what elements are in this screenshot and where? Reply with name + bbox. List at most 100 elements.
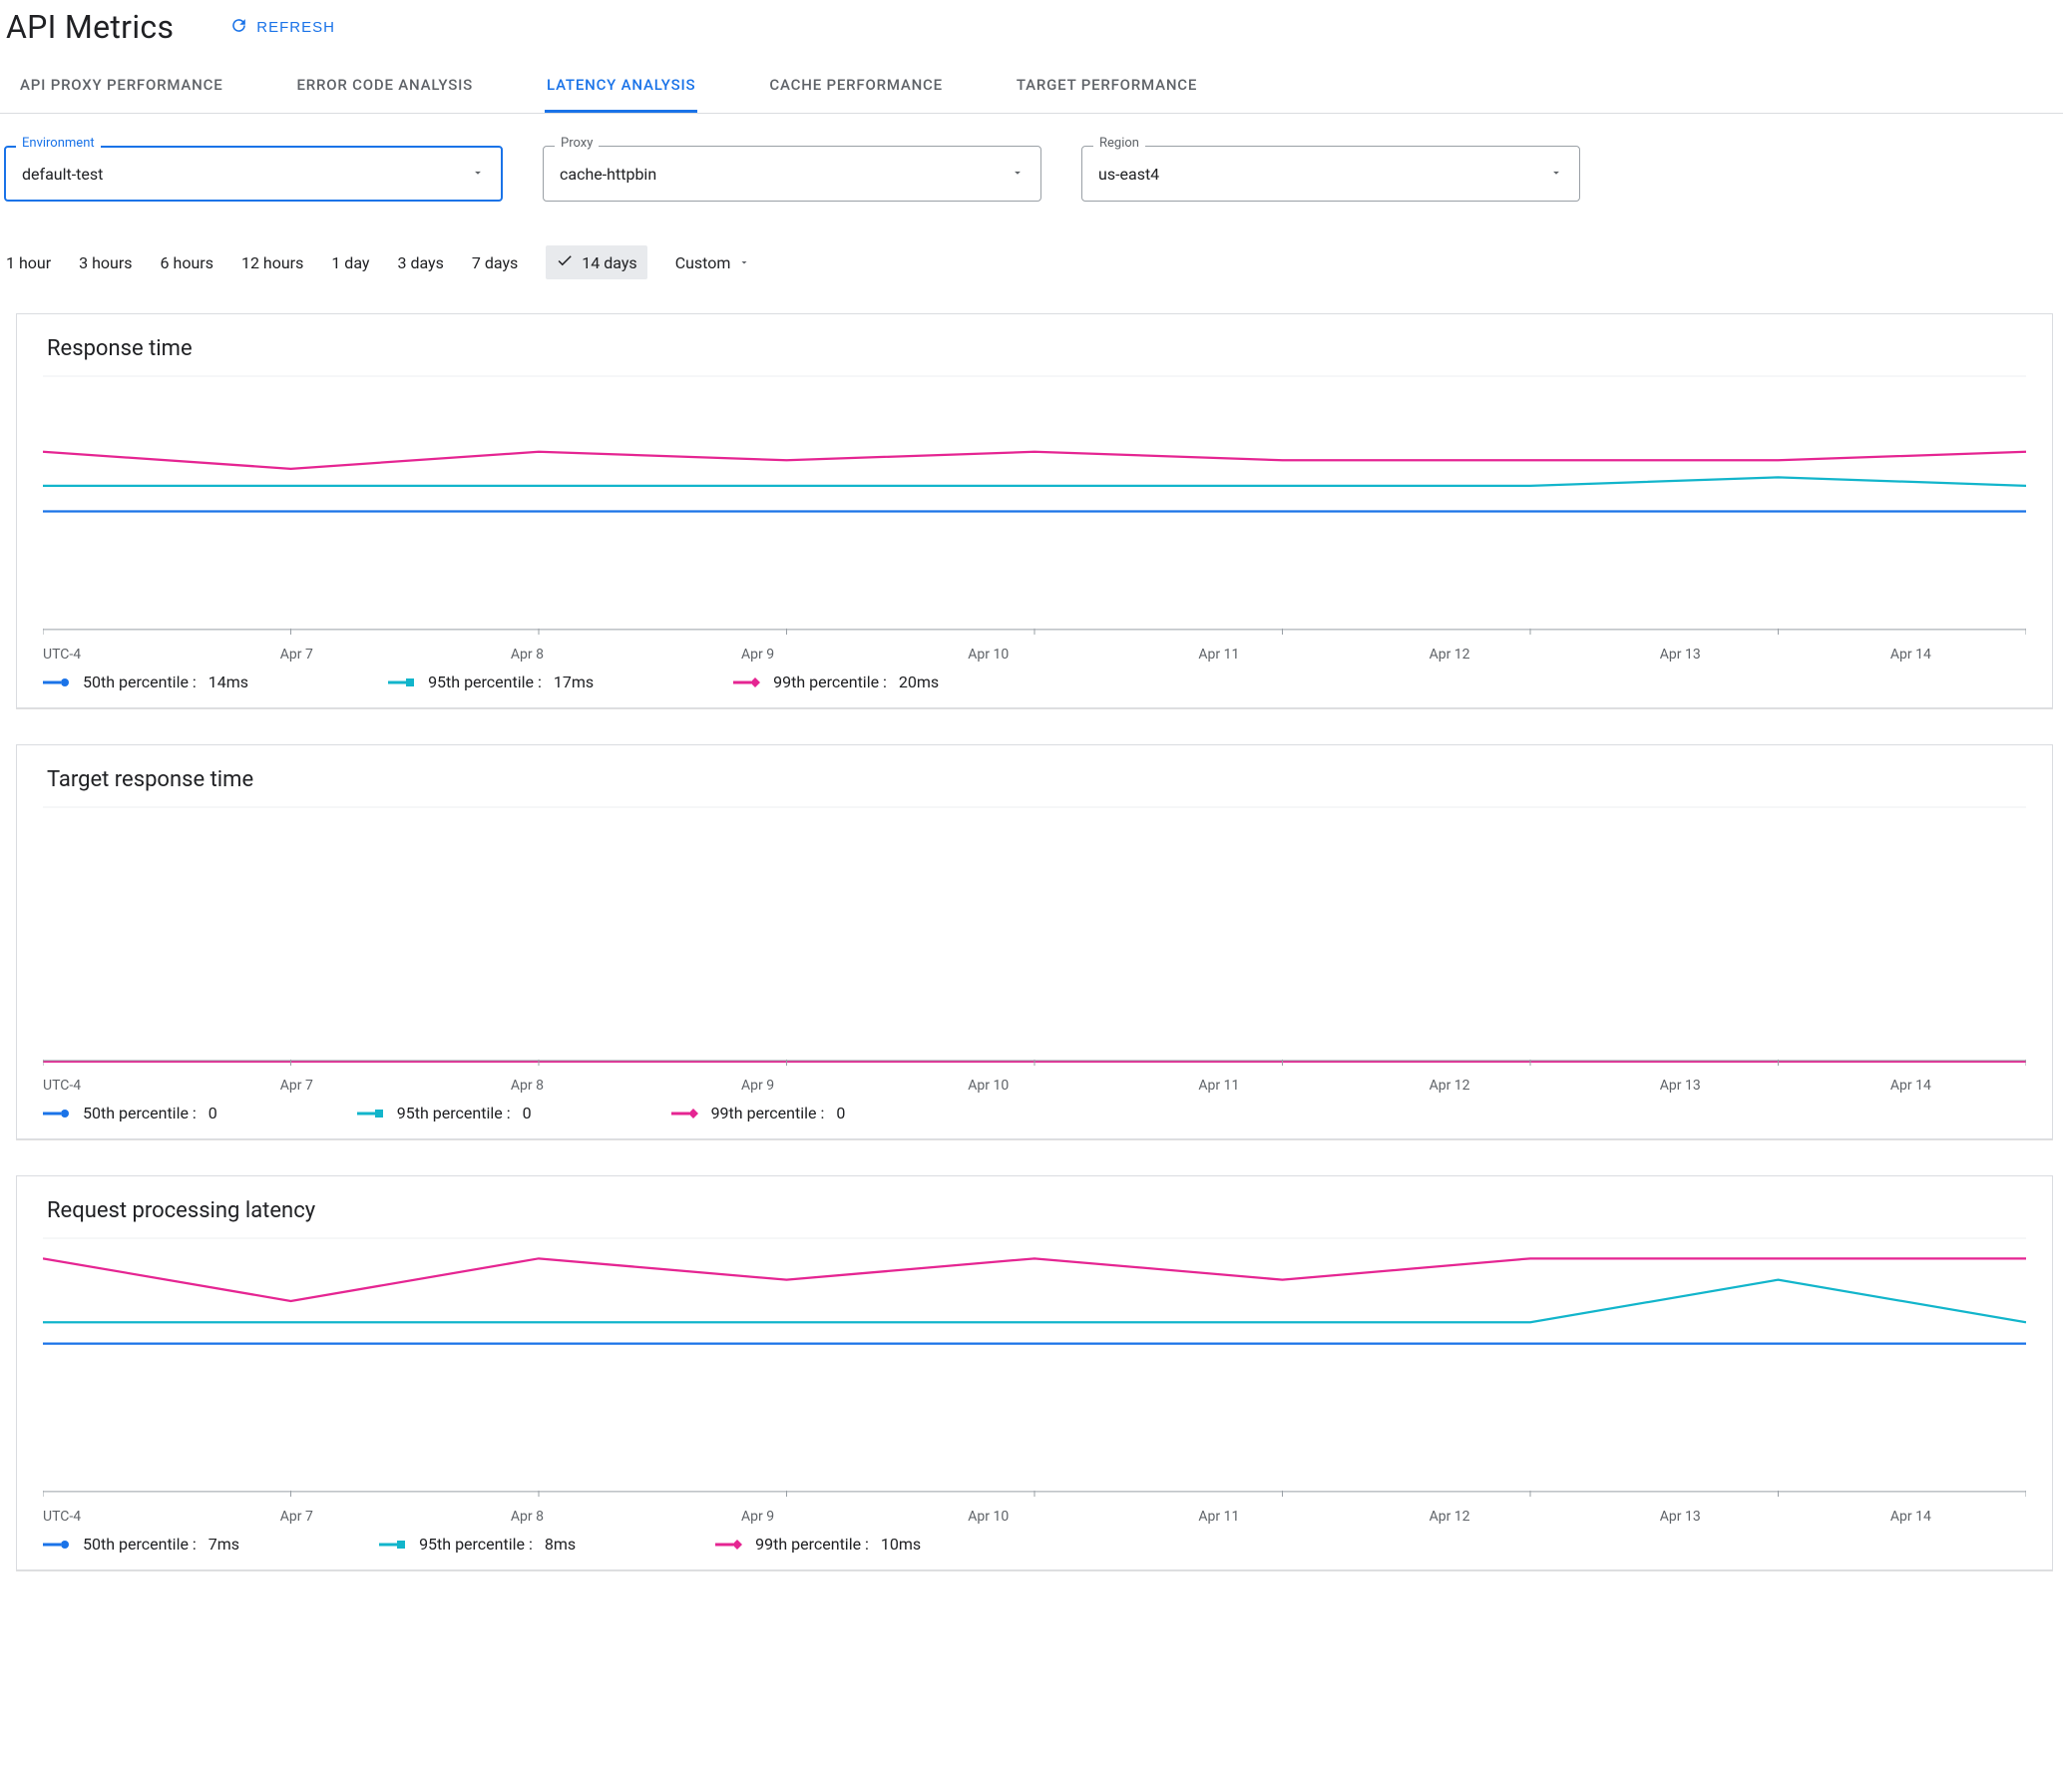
chart-plot <box>43 1237 2026 1499</box>
tab-cache-performance[interactable]: CACHE PERFORMANCE <box>767 60 945 113</box>
timerange-3-hours[interactable]: 3 hours <box>79 253 132 272</box>
xtick: Apr 14 <box>1796 1078 2026 1094</box>
timerange-1-hour[interactable]: 1 hour <box>6 253 51 272</box>
xtick: Apr 12 <box>1334 1509 1564 1525</box>
xtick: Apr 8 <box>412 647 642 663</box>
timerange-label: 12 hours <box>241 253 303 272</box>
legend-item-99th-percentile[interactable]: 99th percentile : 0 <box>671 1104 846 1122</box>
page-title: API Metrics <box>6 8 174 46</box>
timerange-label: 7 days <box>472 253 518 272</box>
xtick: Apr 13 <box>1565 647 1796 663</box>
legend-item-50th-percentile[interactable]: 50th percentile : 14ms <box>43 672 248 691</box>
legend-item-99th-percentile[interactable]: 99th percentile : 20ms <box>733 672 939 691</box>
proxy-select-box[interactable]: cache-httpbin <box>543 146 1041 202</box>
refresh-label: REFRESH <box>256 19 335 36</box>
legend-value: 10ms <box>881 1535 921 1554</box>
chart-plot <box>43 375 2026 637</box>
xtick: Apr 11 <box>1103 1509 1334 1525</box>
timerange-6-hours[interactable]: 6 hours <box>161 253 213 272</box>
legend-value: 20ms <box>899 672 939 691</box>
timerange-label: 6 hours <box>161 253 213 272</box>
timerange-12-hours[interactable]: 12 hours <box>241 253 303 272</box>
legend-swatch-icon <box>357 1107 385 1120</box>
chart-plot <box>43 806 2026 1068</box>
filters-row: Environmentdefault-test Proxycache-httpbi… <box>0 114 2063 210</box>
timerange-label: 1 hour <box>6 253 51 272</box>
environment-select-box[interactable]: default-test <box>4 146 503 202</box>
proxy-select-value: cache-httpbin <box>560 165 656 184</box>
caret-down-icon <box>1011 165 1025 184</box>
legend-label: 99th percentile : <box>773 672 887 691</box>
legend-value: 8ms <box>545 1535 576 1554</box>
legend-swatch-icon <box>671 1107 699 1120</box>
chart-legend: 50th percentile : 7ms 95th percentile : 8… <box>17 1525 2052 1564</box>
xtick: Apr 9 <box>642 647 873 663</box>
xtick: Apr 11 <box>1103 647 1334 663</box>
chart-title: Response time <box>17 336 2052 375</box>
legend-item-99th-percentile[interactable]: 99th percentile : 10ms <box>715 1535 921 1554</box>
legend-value: 0 <box>208 1104 217 1122</box>
refresh-icon <box>229 16 248 39</box>
xtick: Apr 8 <box>412 1078 642 1094</box>
legend-label: 50th percentile : <box>83 672 197 691</box>
environment-select[interactable]: Environmentdefault-test <box>4 146 503 202</box>
timerange-custom-label: Custom <box>675 253 731 272</box>
legend-label: 99th percentile : <box>755 1535 869 1554</box>
xtick: Apr 12 <box>1334 647 1564 663</box>
timerange-label: 3 days <box>397 253 443 272</box>
legend-value: 17ms <box>554 672 594 691</box>
legend-label: 95th percentile : <box>428 672 542 691</box>
legend-item-50th-percentile[interactable]: 50th percentile : 0 <box>43 1104 217 1122</box>
tab-error-code-analysis[interactable]: ERROR CODE ANALYSIS <box>294 60 475 113</box>
timerange-7-days[interactable]: 7 days <box>472 253 518 272</box>
xtick: Apr 10 <box>873 647 1103 663</box>
xtick: Apr 14 <box>1796 1509 2026 1525</box>
legend-value: 7ms <box>208 1535 239 1554</box>
caret-down-icon <box>471 165 485 184</box>
xtick: Apr 7 <box>182 1078 412 1094</box>
xtick: Apr 7 <box>182 1509 412 1525</box>
legend-item-50th-percentile[interactable]: 50th percentile : 7ms <box>43 1535 239 1554</box>
chart-title: Target response time <box>17 767 2052 806</box>
legend-value: 14ms <box>208 672 248 691</box>
check-icon <box>556 251 574 273</box>
timerange-3-days[interactable]: 3 days <box>397 253 443 272</box>
dropdown-icon <box>738 253 750 272</box>
chart-xaxis: UTC-4Apr 7Apr 8Apr 9Apr 10Apr 11Apr 12Ap… <box>17 637 2052 663</box>
tab-latency-analysis[interactable]: LATENCY ANALYSIS <box>545 60 697 113</box>
legend-swatch-icon <box>43 1538 71 1552</box>
region-select[interactable]: Regionus-east4 <box>1081 146 1580 202</box>
legend-item-95th-percentile[interactable]: 95th percentile : 17ms <box>388 672 594 691</box>
region-select-value: us-east4 <box>1098 165 1159 184</box>
timerange-1-day[interactable]: 1 day <box>331 253 369 272</box>
xtick: Apr 13 <box>1565 1509 1796 1525</box>
legend-value: 0 <box>523 1104 532 1122</box>
legend-label: 50th percentile : <box>83 1535 197 1554</box>
xtick: Apr 14 <box>1796 647 2026 663</box>
chart-title: Request processing latency <box>17 1198 2052 1237</box>
chart-xaxis: UTC-4Apr 7Apr 8Apr 9Apr 10Apr 11Apr 12Ap… <box>17 1499 2052 1525</box>
timerange-label: 3 hours <box>79 253 132 272</box>
xtick: Apr 13 <box>1565 1078 1796 1094</box>
timerange-custom[interactable]: Custom <box>675 253 751 272</box>
timerange-14-days[interactable]: 14 days <box>546 245 646 279</box>
tab-api-proxy-performance[interactable]: API PROXY PERFORMANCE <box>18 60 224 113</box>
xtick: Apr 12 <box>1334 1078 1564 1094</box>
environment-select-value: default-test <box>22 165 103 184</box>
xtick: UTC-4 <box>43 1509 182 1525</box>
xtick: Apr 9 <box>642 1078 873 1094</box>
chart-card-request-processing-latency: Request processing latencyUTC-4Apr 7Apr … <box>16 1175 2053 1570</box>
legend-item-95th-percentile[interactable]: 95th percentile : 0 <box>357 1104 532 1122</box>
chart-legend: 50th percentile : 14ms 95th percentile : … <box>17 663 2052 701</box>
legend-label: 50th percentile : <box>83 1104 197 1122</box>
time-range-row: 1 hour 3 hours 6 hours 12 hours 1 day 3 days 7… <box>0 210 2063 291</box>
region-select-box[interactable]: us-east4 <box>1081 146 1580 202</box>
xtick: Apr 10 <box>873 1509 1103 1525</box>
legend-label: 95th percentile : <box>419 1535 533 1554</box>
legend-label: 99th percentile : <box>711 1104 825 1122</box>
legend-item-95th-percentile[interactable]: 95th percentile : 8ms <box>379 1535 576 1554</box>
legend-label: 95th percentile : <box>397 1104 511 1122</box>
refresh-button[interactable]: REFRESH <box>223 15 341 40</box>
tab-target-performance[interactable]: TARGET PERFORMANCE <box>1015 60 1199 113</box>
proxy-select[interactable]: Proxycache-httpbin <box>543 146 1041 202</box>
